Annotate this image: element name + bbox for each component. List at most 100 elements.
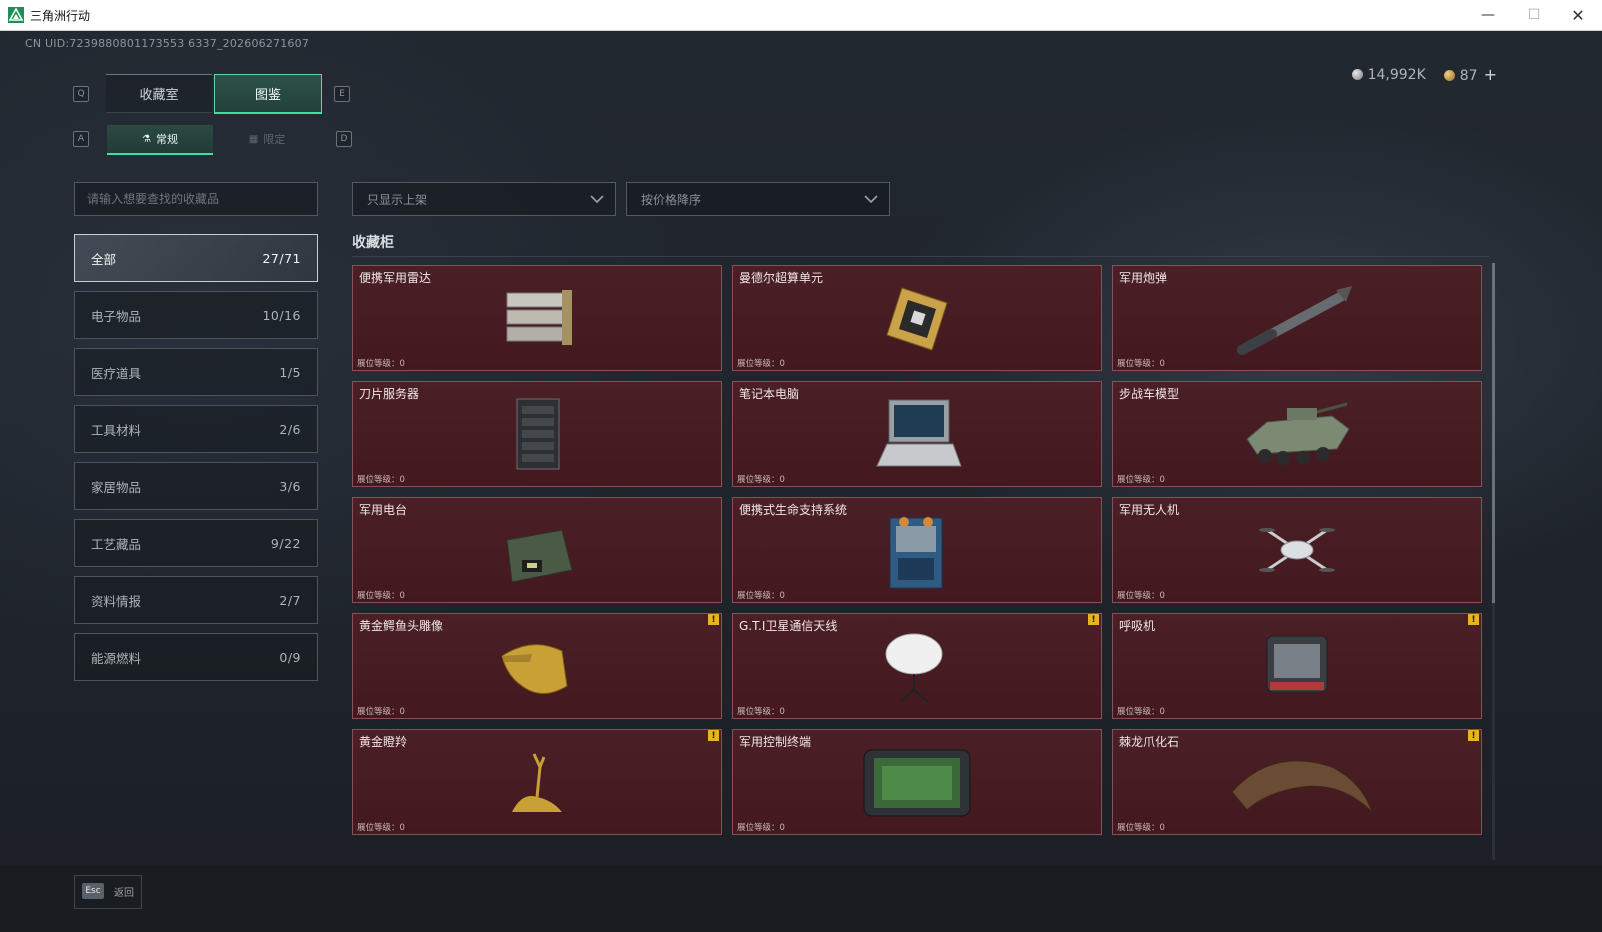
gold-coin-icon (1443, 70, 1455, 81)
flask-icon: ⚗ (142, 133, 151, 145)
category-label: 医疗道具 (91, 365, 142, 381)
card-level: 展位等级：0 (737, 591, 785, 601)
card-level: 展位等级：0 (357, 823, 405, 833)
card-name: 军用电台 (359, 503, 408, 517)
close-button[interactable]: ✕ (1556, 0, 1600, 30)
collection-card[interactable]: 军用炮弹 展位等级：0 (1112, 265, 1482, 371)
app-logo-icon (8, 7, 24, 23)
search-input[interactable] (74, 182, 318, 216)
tab-limited[interactable]: ▦ 限定 (214, 125, 320, 153)
grid-scrollbar[interactable] (1492, 263, 1495, 860)
life-support-icon (889, 517, 943, 589)
card-level: 展位等级：0 (1117, 359, 1165, 369)
add-currency-button[interactable]: + (1484, 65, 1497, 84)
chevron-down-icon (590, 195, 604, 204)
maximize-button[interactable]: ☐ (1512, 0, 1556, 30)
key-hint-a: A (73, 131, 89, 147)
card-level: 展位等级：0 (357, 707, 405, 717)
key-hint-e: E (334, 86, 350, 102)
category-intel[interactable]: 资料情报 2/7 (74, 576, 318, 624)
uid-text: CN UID:7239880801173553 6337_20260627160… (25, 37, 310, 50)
category-count: 10/16 (262, 307, 301, 323)
category-label: 全部 (91, 251, 117, 267)
silver-coin-icon (1351, 68, 1363, 80)
supercomputer-chip-icon (886, 287, 948, 351)
warning-icon: ! (1088, 614, 1099, 625)
category-crafts[interactable]: 工艺藏品 9/22 (74, 519, 318, 567)
collection-card[interactable]: 曼德尔超算单元 展位等级：0 (732, 265, 1102, 371)
card-level: 展位等级：0 (737, 707, 785, 717)
category-count: 27/71 (262, 250, 301, 266)
category-label: 工艺藏品 (91, 536, 142, 552)
category-household[interactable]: 家居物品 3/6 (74, 462, 318, 510)
key-hint-q: Q (73, 86, 89, 102)
category-count: 1/5 (279, 364, 301, 380)
collection-card[interactable]: G.T.I卫星通信天线 ! 展位等级：0 (732, 613, 1102, 719)
sort-label: 按价格降序 (641, 192, 702, 207)
silver-amount: 14,992K (1367, 66, 1426, 83)
card-level: 展位等级：0 (737, 475, 785, 485)
collection-card[interactable]: 黄金瞪羚 ! 展位等级：0 (352, 729, 722, 835)
collection-card[interactable]: 军用电台 展位等级：0 (352, 497, 722, 603)
ventilator-icon (1266, 635, 1328, 693)
artillery-shell-icon (1237, 286, 1352, 355)
collection-card[interactable]: 黄金鳄鱼头雕像 ! 展位等级：0 (352, 613, 722, 719)
esc-key-icon: Esc (82, 883, 104, 899)
card-name: 曼德尔超算单元 (739, 271, 824, 285)
dinosaur-claw-fossil-icon (1231, 760, 1372, 813)
blade-server-icon (516, 398, 560, 470)
scrollbar-thumb[interactable] (1492, 263, 1495, 603)
sort-dropdown[interactable]: 按价格降序 (626, 182, 890, 216)
collection-card[interactable]: 便携军用雷达 展位等级：0 (352, 265, 722, 371)
category-energy[interactable]: 能源燃料 0/9 (74, 633, 318, 681)
show-filter-dropdown[interactable]: 只显示上架 (352, 182, 616, 216)
collection-card[interactable]: 呼吸机 ! 展位等级：0 (1112, 613, 1482, 719)
game-viewport: CN UID:7239880801173553 6337_20260627160… (0, 31, 1602, 932)
tab-codex[interactable]: 图鉴 (214, 74, 322, 114)
control-terminal-icon (863, 749, 971, 817)
gold-amount: 87 (1459, 68, 1478, 84)
collection-card[interactable]: 军用控制终端 展位等级：0 (732, 729, 1102, 835)
card-name: 笔记本电脑 (739, 387, 800, 401)
category-label: 资料情报 (91, 593, 142, 609)
category-label: 工具材料 (91, 422, 142, 438)
chevron-down-icon (864, 195, 878, 204)
warning-icon: ! (1468, 614, 1479, 625)
minimize-button[interactable]: — (1466, 0, 1510, 30)
card-level: 展位等级：0 (737, 823, 785, 833)
tab-collection-room[interactable]: 收藏室 (106, 74, 212, 113)
collection-card[interactable]: 步战车模型 展位等级：0 (1112, 381, 1482, 487)
silver-currency: 14,992K (1351, 66, 1426, 83)
card-name: 步战车模型 (1119, 387, 1180, 401)
tab-regular[interactable]: ⚗ 常规 (107, 125, 213, 155)
card-name: 军用炮弹 (1119, 271, 1168, 285)
category-medical[interactable]: 医疗道具 1/5 (74, 348, 318, 396)
ifv-model-icon (1246, 402, 1350, 465)
card-name: 军用无人机 (1119, 503, 1180, 517)
category-all[interactable]: 全部 27/71 (74, 234, 318, 282)
collection-card[interactable]: 棘龙爪化石 ! 展位等级：0 (1112, 729, 1482, 835)
window-title: 三角洲行动 (30, 8, 91, 23)
card-level: 展位等级：0 (1117, 707, 1165, 717)
category-tools[interactable]: 工具材料 2/6 (74, 405, 318, 453)
collection-card[interactable]: 刀片服务器 展位等级：0 (352, 381, 722, 487)
collection-card[interactable]: 笔记本电脑 展位等级：0 (732, 381, 1102, 487)
collection-card[interactable]: 便携式生命支持系统 展位等级：0 (732, 497, 1102, 603)
category-count: 3/6 (279, 478, 301, 494)
card-level: 展位等级：0 (1117, 475, 1165, 485)
section-title: 收藏柜 (352, 235, 394, 251)
card-name: 黄金鳄鱼头雕像 (359, 619, 444, 633)
category-label: 能源燃料 (91, 650, 142, 666)
currency-bar: 14,992K 87 + (1351, 65, 1497, 84)
tab-limited-label: 限定 (263, 133, 286, 146)
category-electronics[interactable]: 电子物品 10/16 (74, 291, 318, 339)
collection-card[interactable]: 军用无人机 展位等级：0 (1112, 497, 1482, 603)
card-name: 便携式生命支持系统 (739, 503, 848, 517)
category-count: 2/6 (279, 421, 301, 437)
gold-crocodile-statue-icon (501, 644, 568, 694)
section-divider (352, 256, 1489, 257)
card-name: G.T.I卫星通信天线 (739, 619, 838, 633)
calendar-icon: ▦ (248, 133, 259, 145)
card-name: 军用控制终端 (739, 735, 812, 749)
window-title-bar: 三角洲行动 — ☐ ✕ (0, 0, 1602, 31)
